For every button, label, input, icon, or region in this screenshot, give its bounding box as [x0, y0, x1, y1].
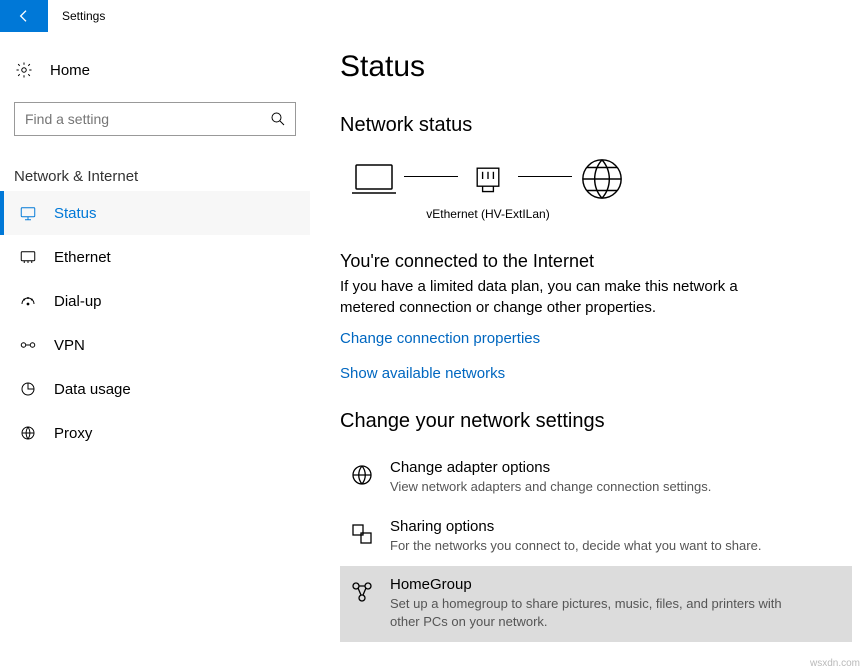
- diagram-line: [518, 176, 572, 177]
- adapter-icon: [462, 155, 514, 203]
- data-usage-icon: [18, 379, 38, 399]
- search-icon: [268, 109, 288, 129]
- connected-description: If you have a limited data plan, you can…: [340, 276, 780, 318]
- titlebar: Settings: [0, 0, 864, 32]
- sidebar-section-label: Network & Internet: [14, 168, 310, 185]
- sidebar-item-label: Dial-up: [54, 293, 102, 310]
- page-title: Status: [340, 50, 852, 84]
- sidebar-item-label: Ethernet: [54, 249, 111, 266]
- ethernet-icon: [18, 247, 38, 267]
- show-available-networks-link[interactable]: Show available networks: [340, 365, 852, 382]
- sidebar-item-ethernet[interactable]: Ethernet: [0, 235, 310, 279]
- dialup-icon: [18, 291, 38, 311]
- sidebar-item-proxy[interactable]: Proxy: [0, 411, 310, 455]
- sidebar-item-label: Status: [54, 205, 97, 222]
- home-nav[interactable]: Home: [0, 54, 310, 90]
- option-subtitle: View network adapters and change connect…: [390, 478, 711, 496]
- change-connection-properties-link[interactable]: Change connection properties: [340, 330, 852, 347]
- proxy-icon: [18, 423, 38, 443]
- arrow-left-icon: [16, 8, 32, 24]
- search-input[interactable]: [14, 102, 296, 136]
- network-diagram: [348, 155, 852, 203]
- content-container: Home Network & Internet Status Ethernet …: [0, 32, 864, 671]
- option-homegroup[interactable]: HomeGroup Set up a homegroup to share pi…: [340, 566, 852, 642]
- status-icon: [18, 203, 38, 223]
- sidebar-item-dialup[interactable]: Dial-up: [0, 279, 310, 323]
- option-title: HomeGroup: [390, 576, 810, 593]
- change-network-settings-section: Change your network settings Change adap…: [340, 410, 852, 642]
- back-button[interactable]: [0, 0, 48, 32]
- option-subtitle: For the networks you connect to, decide …: [390, 537, 761, 555]
- change-settings-heading: Change your network settings: [340, 410, 852, 433]
- vpn-icon: [18, 335, 38, 355]
- connected-heading: You're connected to the Internet: [340, 251, 852, 272]
- home-label: Home: [50, 62, 90, 79]
- sidebar-item-label: Data usage: [54, 381, 131, 398]
- sidebar: Home Network & Internet Status Ethernet …: [0, 32, 310, 671]
- sidebar-item-label: VPN: [54, 337, 85, 354]
- network-status-heading: Network status: [340, 114, 852, 137]
- watermark: wsxdn.com: [810, 658, 860, 669]
- pc-icon: [348, 155, 400, 203]
- option-title: Sharing options: [390, 518, 761, 535]
- option-subtitle: Set up a homegroup to share pictures, mu…: [390, 595, 810, 630]
- sidebar-item-status[interactable]: Status: [0, 191, 310, 235]
- adapter-label: vEthernet (HV-ExtILan): [348, 207, 628, 221]
- option-title: Change adapter options: [390, 459, 711, 476]
- window-title: Settings: [62, 9, 105, 23]
- diagram-line: [404, 176, 458, 177]
- main-panel: Status Network status vEthernet (HV-ExtI…: [310, 32, 864, 671]
- sidebar-item-label: Proxy: [54, 425, 92, 442]
- homegroup-icon: [348, 578, 376, 606]
- adapter-options-icon: [348, 461, 376, 489]
- gear-icon: [14, 60, 34, 80]
- option-change-adapter[interactable]: Change adapter options View network adap…: [340, 449, 852, 508]
- sidebar-item-vpn[interactable]: VPN: [0, 323, 310, 367]
- globe-icon: [576, 155, 628, 203]
- sidebar-item-datausage[interactable]: Data usage: [0, 367, 310, 411]
- sharing-icon: [348, 520, 376, 548]
- option-sharing[interactable]: Sharing options For the networks you con…: [340, 508, 852, 567]
- search-wrap: [14, 102, 296, 136]
